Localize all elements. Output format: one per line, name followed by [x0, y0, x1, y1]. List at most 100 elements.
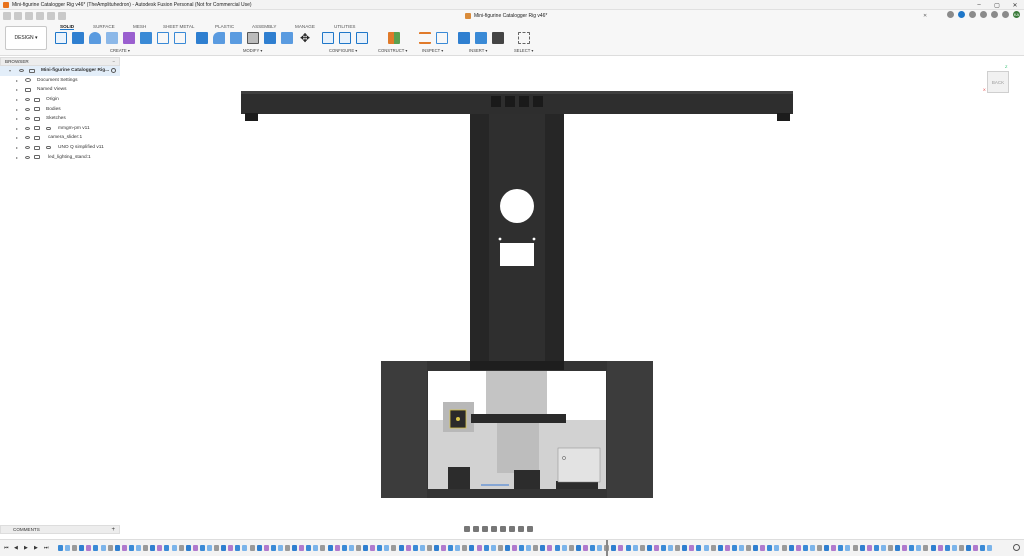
- timeline-feature-icon[interactable]: [866, 545, 872, 551]
- visibility-eye-icon[interactable]: [25, 136, 30, 140]
- canvas-viewport[interactable]: [0, 0, 1024, 556]
- save-icon[interactable]: [36, 12, 44, 20]
- undo-icon[interactable]: [47, 12, 55, 20]
- timeline-feature-icon[interactable]: [86, 545, 92, 551]
- timeline-feature-icon[interactable]: [306, 545, 312, 551]
- timeline-feature-icon[interactable]: [157, 545, 163, 551]
- insert-menu[interactable]: INSERT ▾: [469, 48, 487, 53]
- timeline-feature-icon[interactable]: [192, 545, 198, 551]
- timeline-feature-icon[interactable]: [256, 545, 262, 551]
- viewcube[interactable]: BACK: [987, 71, 1009, 93]
- timeline-feature-icon[interactable]: [618, 545, 624, 551]
- timeline-feature-icon[interactable]: [646, 545, 652, 551]
- split-body-icon[interactable]: [281, 32, 293, 44]
- timeline-feature-icon[interactable]: [739, 545, 744, 551]
- timeline-feature-icon[interactable]: [774, 545, 780, 551]
- tab-utilities[interactable]: UTILITIES: [334, 24, 355, 29]
- minimize-button[interactable]: –: [970, 0, 988, 10]
- timeline-feature-icon[interactable]: [341, 545, 347, 551]
- timeline-feature-icon[interactable]: [433, 545, 439, 551]
- timeline-feature-icon[interactable]: [717, 545, 723, 551]
- timeline-feature-icon[interactable]: [504, 545, 510, 551]
- expand-arrow-icon[interactable]: ▸: [16, 107, 18, 112]
- extrude-icon[interactable]: [72, 32, 84, 44]
- sweep-icon[interactable]: [106, 32, 118, 44]
- shell-icon[interactable]: [247, 32, 259, 44]
- visibility-eye-icon[interactable]: [25, 107, 30, 111]
- timeline-feature-icon[interactable]: [128, 545, 134, 551]
- gear-rail[interactable]: [471, 414, 566, 423]
- timeline-feature-icon[interactable]: [263, 545, 269, 551]
- comments-panel[interactable]: COMMENTS +: [0, 525, 120, 534]
- timeline-feature-icon[interactable]: [348, 545, 354, 551]
- timeline-feature-icon[interactable]: [214, 545, 220, 551]
- timeline-feature-icon[interactable]: [590, 545, 596, 551]
- timeline-feature-icon[interactable]: [448, 545, 454, 551]
- construct-menu[interactable]: CONSTRUCT ▾: [378, 48, 407, 53]
- timeline-feature-icon[interactable]: [668, 545, 674, 551]
- offset-plane-icon[interactable]: [388, 32, 400, 44]
- expand-arrow-icon[interactable]: ▾: [9, 68, 11, 73]
- timeline-feature-icon[interactable]: [476, 545, 482, 551]
- timeline-feature-icon[interactable]: [653, 545, 659, 551]
- configure-theme-icon[interactable]: [356, 32, 368, 44]
- timeline-feature-icon[interactable]: [313, 545, 319, 551]
- timeline-feature-icon[interactable]: [582, 545, 588, 551]
- timeline-feature-icon[interactable]: [483, 545, 489, 551]
- viewports-icon[interactable]: [527, 525, 533, 532]
- timeline-feature-icon[interactable]: [441, 545, 447, 551]
- timeline-feature-icon[interactable]: [114, 545, 120, 551]
- timeline-feature-icon[interactable]: [731, 545, 737, 551]
- expand-arrow-icon[interactable]: ▸: [16, 97, 18, 102]
- user-avatar[interactable]: KA: [1013, 11, 1020, 18]
- hole-icon[interactable]: [140, 32, 152, 44]
- timeline-feature-icon[interactable]: [199, 545, 205, 551]
- expand-arrow-icon[interactable]: ▸: [16, 135, 18, 140]
- tab-solid[interactable]: SOLID: [60, 24, 75, 30]
- redo-icon[interactable]: [58, 12, 66, 20]
- timeline-feature-icon[interactable]: [100, 545, 106, 551]
- timeline-feature-icon[interactable]: [79, 545, 85, 551]
- timeline-feature-icon[interactable]: [632, 545, 638, 551]
- timeline-feature-icon[interactable]: [845, 545, 851, 551]
- timeline-feature-icon[interactable]: [909, 545, 915, 551]
- tab-assembly[interactable]: ASSEMBLY: [252, 24, 276, 29]
- timeline-feature-icon[interactable]: [895, 545, 901, 551]
- timeline-feature-icon[interactable]: [937, 545, 943, 551]
- timeline-feature-icon[interactable]: [72, 545, 78, 551]
- timeline-feature-icon[interactable]: [426, 545, 432, 551]
- new-sketch-icon[interactable]: [55, 32, 67, 44]
- help-icon[interactable]: [1002, 11, 1009, 18]
- timeline-feature-icon[interactable]: [930, 545, 936, 551]
- insert-mcmaster-icon[interactable]: [492, 32, 504, 44]
- browser-item-camera-slider[interactable]: ▸ camera_slider:1: [0, 133, 120, 143]
- timeline-feature-icon[interactable]: [398, 545, 404, 551]
- timeline-feature-icon[interactable]: [795, 545, 801, 551]
- mirror-icon[interactable]: [174, 32, 186, 44]
- notifications-icon[interactable]: [991, 11, 998, 18]
- timeline-feature-icon[interactable]: [526, 545, 532, 551]
- timeline-feature-icon[interactable]: [880, 545, 886, 551]
- expand-arrow-icon[interactable]: ▸: [16, 116, 18, 121]
- timeline-feature-icon[interactable]: [171, 545, 177, 551]
- press-pull-icon[interactable]: [196, 32, 208, 44]
- insert-derive-icon[interactable]: [458, 32, 470, 44]
- timeline-feature-icon[interactable]: [753, 545, 759, 551]
- inspect-menu[interactable]: INSPECT ▾: [422, 48, 443, 53]
- expand-arrow-icon[interactable]: ▸: [16, 78, 18, 83]
- timeline-feature-icon[interactable]: [235, 545, 241, 551]
- browser-collapse-button[interactable]: −: [112, 59, 115, 64]
- visibility-eye-icon[interactable]: [25, 146, 30, 150]
- timeline-feature-icon[interactable]: [902, 545, 908, 551]
- look-at-icon[interactable]: [473, 525, 479, 532]
- configure-menu[interactable]: CONFIGURE ▾: [329, 48, 357, 53]
- browser-item-bodies[interactable]: ▸ Bodies: [0, 104, 120, 114]
- timeline-feature-icon[interactable]: [887, 545, 893, 551]
- document-tab-close[interactable]: ✕: [923, 13, 927, 19]
- timeline-feature-icon[interactable]: [363, 545, 369, 551]
- timeline-feature-icon[interactable]: [292, 545, 298, 551]
- tab-surface[interactable]: SURFACE: [93, 24, 115, 29]
- timeline-feature-icon[interactable]: [689, 545, 695, 551]
- timeline-feature-icon[interactable]: [675, 545, 681, 551]
- timeline-feature-icon[interactable]: [923, 545, 929, 551]
